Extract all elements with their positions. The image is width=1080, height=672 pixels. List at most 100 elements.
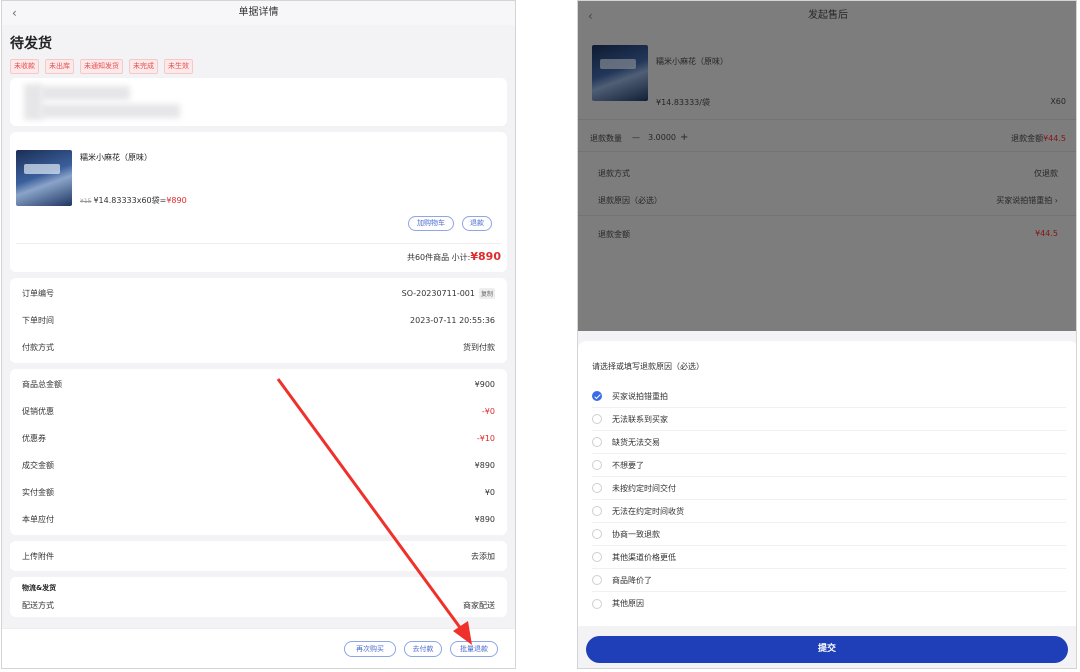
status-tags: 未收款 未出库 未通知发货 未完成 未生效 [10, 59, 507, 74]
modal-overlay[interactable] [578, 1, 1076, 331]
reason-option[interactable]: 无法联系到买家 [592, 408, 1066, 431]
status-tag: 未完成 [129, 59, 158, 74]
radio-icon[interactable] [592, 506, 602, 516]
status-tag: 未生效 [164, 59, 193, 74]
reason-option[interactable]: 未按约定时间交付 [592, 477, 1066, 500]
row-label: 下单时间 [22, 316, 54, 325]
row-label: 实付金额 [22, 488, 54, 497]
order-number: SO-20230711-001 [401, 289, 475, 298]
status-tag: 未出库 [45, 59, 74, 74]
attachment-card[interactable]: 上传附件 去添加 [10, 541, 507, 571]
radio-icon[interactable] [592, 460, 602, 470]
reason-option[interactable]: 无法在约定时间收货 [592, 500, 1066, 523]
row-label: 优惠券 [22, 434, 46, 443]
reason-option[interactable]: 其他原因 [592, 592, 1066, 615]
row-value: SO-20230711-001 复制 [402, 288, 495, 299]
copy-button[interactable]: 复制 [478, 288, 495, 299]
radio-icon[interactable] [592, 529, 602, 539]
reason-label: 协商一致退款 [612, 529, 660, 539]
row-label: 付款方式 [22, 343, 54, 352]
logistics-heading: 物流&发货 [22, 584, 57, 592]
reason-option[interactable]: 协商一致退款 [592, 523, 1066, 546]
blurred-address [40, 104, 180, 118]
page-title: 单据详情 [238, 7, 279, 18]
order-info-card: 订单编号 SO-20230711-001 复制 下单时间 2023-07-11 2… [10, 278, 507, 363]
address-card[interactable] [10, 78, 507, 126]
row-value: ¥900 [474, 380, 495, 389]
product-name: 糯米小麻花（原味） [80, 153, 152, 162]
product-price: ¥15 ¥14.83333x60袋=¥890 [80, 195, 187, 206]
amount-row: 促销优惠 -¥0 [10, 398, 507, 425]
original-price: ¥15 [80, 198, 92, 205]
reason-option[interactable]: 不想要了 [592, 454, 1066, 477]
row-value: ¥890 [474, 461, 495, 470]
back-icon[interactable]: ‹ [12, 1, 17, 25]
batch-refund-button[interactable]: 批量退款 [450, 641, 498, 657]
amount-row: 成交金额 ¥890 [10, 452, 507, 479]
amount-row: 优惠券 -¥10 [10, 425, 507, 452]
row-value: ¥0 [484, 488, 495, 497]
subtotal-label: 共60件商品 小计: [406, 253, 471, 262]
reason-label: 无法在约定时间收货 [612, 506, 684, 516]
delivery-method-value: 商家配送 [463, 601, 495, 610]
radio-icon[interactable] [592, 575, 602, 585]
reason-label: 未按约定时间交付 [612, 483, 676, 493]
logistics-card: 物流&发货 配送方式 商家配送 [10, 577, 507, 617]
status-tag: 未收款 [10, 59, 39, 74]
attachment-row[interactable]: 上传附件 去添加 [10, 541, 507, 571]
order-number-row: 订单编号 SO-20230711-001 复制 [10, 280, 507, 307]
line-total: ¥890 [166, 196, 187, 205]
row-label: 本单应付 [22, 515, 54, 524]
reason-label: 不想要了 [612, 460, 644, 470]
reason-sheet: 请选择或填写退款原因（必选） 买家说拍错重拍 无法联系到买家 缺货无法交易 不想… [578, 341, 1076, 626]
order-detail-screen: ‹ 单据详情 待发货 未收款 未出库 未通知发货 未完成 未生效 糯米小麻花（原… [1, 0, 516, 669]
status-tag: 未通知发货 [80, 59, 123, 74]
product-image[interactable] [16, 150, 72, 206]
after-sale-screen: ‹ 发起售后 糯米小麻花（原味） ¥14.83333/袋 X60 退款数量 — … [577, 0, 1077, 669]
reason-label: 缺货无法交易 [612, 437, 660, 447]
reason-option[interactable]: 缺货无法交易 [592, 431, 1066, 454]
submit-button[interactable]: 提交 [586, 636, 1068, 663]
reason-option[interactable]: 其他渠道价格更低 [592, 546, 1066, 569]
row-value: -¥0 [481, 407, 495, 416]
row-label: 促销优惠 [22, 407, 54, 416]
add-attachment-link[interactable]: 去添加 [471, 551, 495, 562]
delivery-method-label: 配送方式 [22, 601, 54, 610]
add-to-cart-button[interactable]: 加购物车 [408, 216, 454, 231]
radio-icon[interactable] [592, 437, 602, 447]
row-value: -¥10 [476, 434, 495, 443]
amount-row: 本单应付 ¥890 [10, 506, 507, 533]
sheet-title: 请选择或填写退款原因（必选） [592, 362, 704, 371]
blurred-address [40, 86, 130, 100]
refund-button[interactable]: 退款 [462, 216, 492, 231]
row-value: 货到付款 [463, 343, 495, 352]
reason-label: 其他渠道价格更低 [612, 552, 676, 562]
pay-button[interactable]: 去付款 [404, 641, 442, 657]
reason-option[interactable]: 买家说拍错重拍 [592, 385, 1066, 408]
nav-bar: ‹ 单据详情 [2, 1, 515, 25]
row-label: 订单编号 [22, 289, 54, 298]
amount-card: 商品总金额 ¥900 促销优惠 -¥0 优惠券 -¥10 成交金额 ¥890 实付金额 ¥… [10, 369, 507, 535]
radio-icon[interactable] [592, 552, 602, 562]
bottom-action-bar: 再次购买 去付款 批量退款 [2, 628, 515, 668]
reason-label: 商品降价了 [612, 575, 652, 585]
amount-row: 商品总金额 ¥900 [10, 371, 507, 398]
radio-icon[interactable] [592, 598, 602, 609]
radio-checked-icon[interactable] [592, 391, 602, 401]
payment-method-row: 付款方式 货到付款 [10, 334, 507, 361]
rebuy-button[interactable]: 再次购买 [344, 641, 396, 657]
subtotal: 共60件商品 小计:¥890 [407, 250, 501, 263]
reason-label: 无法联系到买家 [612, 414, 668, 424]
radio-icon[interactable] [592, 483, 602, 493]
order-time-row: 下单时间 2023-07-11 20:55:36 [10, 307, 507, 334]
row-label: 商品总金额 [22, 380, 62, 389]
row-label: 上传附件 [22, 551, 54, 561]
status-section: 待发货 未收款 未出库 未通知发货 未完成 未生效 [2, 25, 515, 78]
reason-label: 其他原因 [612, 599, 644, 608]
row-label: 成交金额 [22, 461, 54, 470]
order-status: 待发货 [10, 36, 52, 52]
reason-option[interactable]: 商品降价了 [592, 569, 1066, 592]
radio-icon[interactable] [592, 414, 602, 424]
amount-row: 实付金额 ¥0 [10, 479, 507, 506]
row-value: ¥890 [474, 515, 495, 524]
